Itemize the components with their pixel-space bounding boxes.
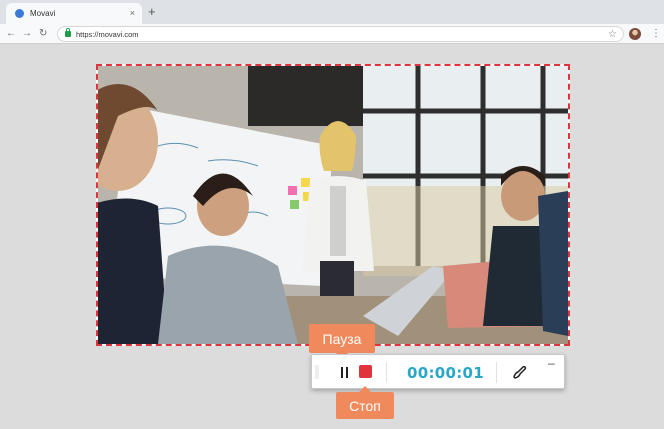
minimize-button[interactable]: – (548, 357, 555, 369)
browser-menu-icon[interactable]: ⋮ (651, 27, 661, 40)
recording-timer: 00:00:01 (407, 364, 485, 382)
recording-control-panel: 00:00:01 – (311, 354, 565, 389)
stop-button[interactable] (359, 365, 372, 378)
divider (386, 362, 387, 383)
new-tab-button[interactable]: + (148, 5, 156, 18)
divider (496, 362, 497, 383)
pause-icon-bar (340, 366, 343, 378)
pause-tooltip: Пауза (309, 324, 375, 359)
stop-tooltip: Стоп (336, 386, 394, 419)
stop-tooltip-label: Стоп (349, 397, 381, 414)
bookmark-star-icon[interactable]: ☆ (608, 29, 617, 40)
browser-tab[interactable]: Movavi × (6, 3, 142, 24)
url-text[interactable]: https://movavi.com (76, 30, 608, 39)
browser-toolbar: ← → ↻ https://movavi.com ☆ ⋮ (0, 24, 664, 44)
tab-close-icon[interactable]: × (130, 9, 135, 18)
movavi-favicon-icon (15, 9, 24, 18)
address-bar[interactable]: https://movavi.com ☆ (57, 26, 624, 42)
tab-strip: Movavi × + (0, 0, 664, 24)
tab-title: Movavi (30, 9, 56, 18)
pause-button[interactable] (336, 364, 352, 380)
drag-handle-icon[interactable] (312, 355, 322, 388)
lock-icon (65, 28, 71, 37)
capture-frame[interactable] (96, 64, 570, 346)
back-arrow-icon[interactable]: ← (6, 27, 16, 40)
profile-avatar[interactable] (629, 28, 641, 40)
reload-icon[interactable]: ↻ (39, 27, 47, 40)
draw-icon[interactable] (511, 364, 527, 380)
forward-arrow-icon[interactable]: → (22, 27, 32, 40)
pause-icon-bar (345, 366, 348, 378)
pause-tooltip-label: Пауза (322, 330, 362, 347)
